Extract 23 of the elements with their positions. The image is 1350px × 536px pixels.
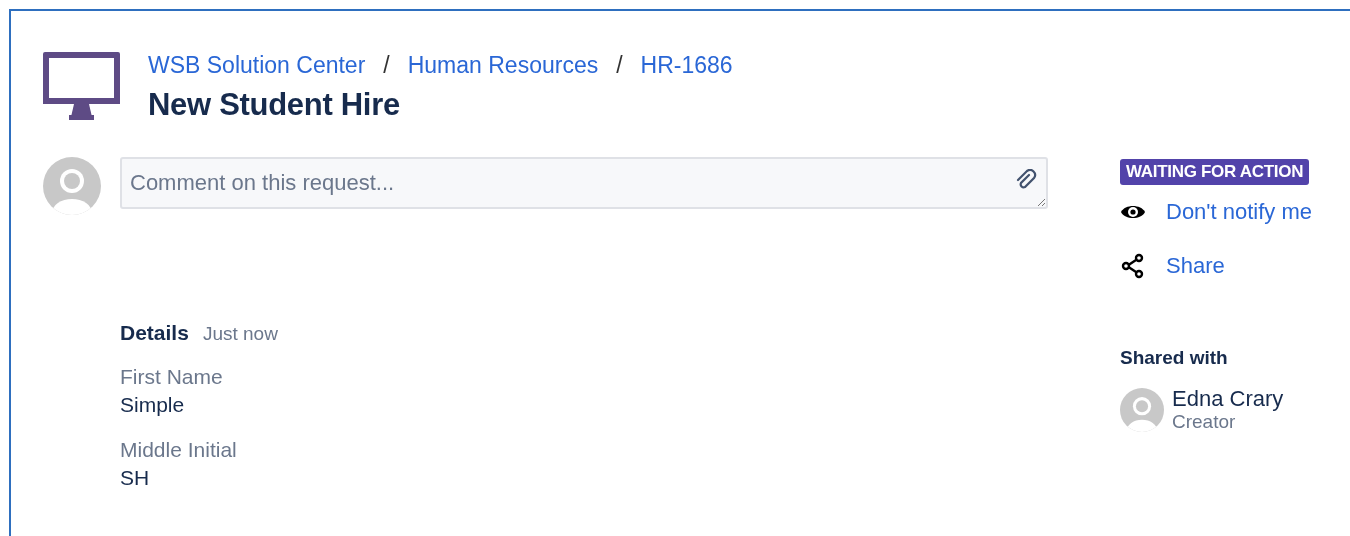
field-value: SH [120,465,151,491]
status-badge: WAITING FOR ACTION [1120,159,1310,185]
notify-link[interactable]: Don't notify me [1166,199,1313,225]
field-label: Middle Initial [120,436,238,463]
section-heading: Details [120,321,189,345]
field-value: Simple [120,392,186,419]
comment-field[interactable]: Comment on this request... [120,157,1048,209]
breadcrumb-separator: / [616,52,623,79]
share-link[interactable]: Share [1166,253,1225,279]
field-label: First Name [120,364,224,390]
timestamp: Just now [202,323,278,345]
person-role: Creator [1172,411,1237,434]
request-title: New Student Hire [148,87,401,123]
breadcrumb-link[interactable]: Human Resources [407,52,599,79]
monitor-icon [43,52,120,122]
share-icon [1120,253,1146,279]
breadcrumb-separator: / [383,52,390,79]
resize-handle-icon[interactable] [1036,197,1046,207]
breadcrumb-link[interactable]: HR-1686 [640,52,733,79]
person-name: Edna Crary [1172,387,1284,412]
person-avatar [1120,388,1164,433]
section-heading: Shared with [1120,347,1229,369]
breadcrumb-link[interactable]: WSB Solution Center [148,52,366,79]
